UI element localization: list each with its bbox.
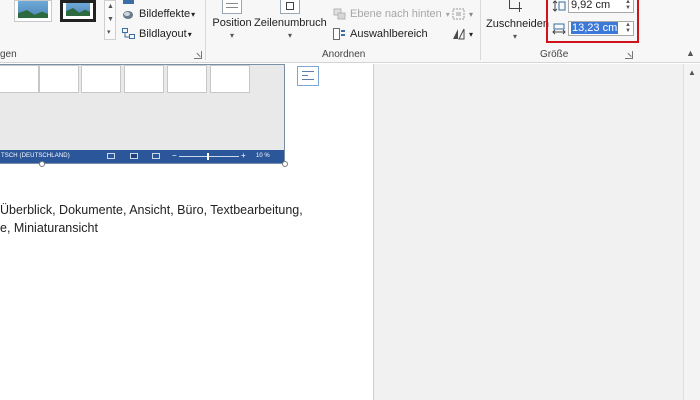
inserted-screenshot-image[interactable]: TSCH (DEUTSCHLAND) − + 10 % <box>0 64 285 164</box>
group-label-arrange: Anordnen <box>322 49 366 60</box>
size-dialog-launcher-icon[interactable] <box>625 51 633 59</box>
send-backward-icon <box>333 8 346 20</box>
picture-effects-button[interactable]: Bildeffekte ▾ <box>122 6 195 22</box>
ribbon: ▲ ▼ ▾ Bildeffekte ▾ Bildlayout ▾ gen Positio… <box>0 0 700 63</box>
position-icon <box>222 0 242 14</box>
zoom-in-icon: + <box>241 151 246 160</box>
picture-style-thumbnail[interactable] <box>14 0 52 22</box>
picture-style-thumbnail-selected[interactable] <box>60 0 96 22</box>
resize-handle-bottom-right[interactable] <box>282 161 288 167</box>
wrap-text-button[interactable]: Zeilenumbruch ▾ <box>254 0 327 40</box>
rotate-button[interactable]: ▾ <box>452 26 473 42</box>
collapse-ribbon-icon[interactable]: ▲ <box>686 48 695 58</box>
selection-pane-icon <box>333 28 346 40</box>
vertical-scrollbar[interactable]: ▲ <box>683 64 700 400</box>
styles-dialog-launcher-icon[interactable] <box>194 51 202 59</box>
selection-pane-button[interactable]: Auswahlbereich <box>333 26 428 42</box>
styles-gallery-more-button[interactable]: ▲ ▼ ▾ <box>104 0 116 40</box>
rotate-icon <box>452 28 465 40</box>
width-input[interactable]: 13,23 cm ▲ ▼ <box>568 21 634 36</box>
scroll-up-icon[interactable]: ▲ <box>688 68 696 77</box>
zoom-out-icon: − <box>172 151 177 160</box>
send-backward-button[interactable]: Ebene nach hinten ▾ <box>333 6 450 22</box>
document-background <box>373 64 683 400</box>
picture-layout-icon <box>122 28 135 40</box>
image-thumbnail-row <box>0 65 259 93</box>
document-text-line-2: e, Miniaturansicht <box>0 221 98 235</box>
picture-layout-button[interactable]: Bildlayout ▾ <box>122 26 192 42</box>
position-button[interactable]: Position ▾ <box>212 0 252 40</box>
align-button[interactable]: ▾ <box>452 6 473 22</box>
web-layout-icon <box>152 153 160 159</box>
size-highlight-frame: 9,92 cm ▲ ▼ 13,23 cm ▲ ▼ <box>546 0 639 43</box>
group-label-styles: gen <box>0 49 17 60</box>
layout-options-button[interactable] <box>297 66 319 86</box>
crop-icon <box>506 0 524 12</box>
read-mode-icon <box>107 153 115 159</box>
picture-effects-icon <box>122 8 135 20</box>
height-input[interactable]: 9,92 cm ▲ ▼ <box>568 0 634 13</box>
resize-handle-bottom-center[interactable] <box>39 161 45 167</box>
crop-button[interactable]: Zuschneiden ▾ <box>486 0 549 41</box>
wrap-text-icon <box>280 0 300 14</box>
group-label-size: Größe <box>540 49 569 60</box>
align-icon <box>452 8 465 20</box>
width-icon <box>552 22 566 35</box>
zoom-slider-knob <box>207 153 209 160</box>
print-layout-icon <box>130 153 138 159</box>
zoom-slider <box>179 156 239 157</box>
height-icon <box>552 0 566 12</box>
document-text-line-1: Überblick, Dokumente, Ansicht, Büro, Tex… <box>0 203 303 217</box>
bild-top-partial-icon <box>122 0 139 8</box>
